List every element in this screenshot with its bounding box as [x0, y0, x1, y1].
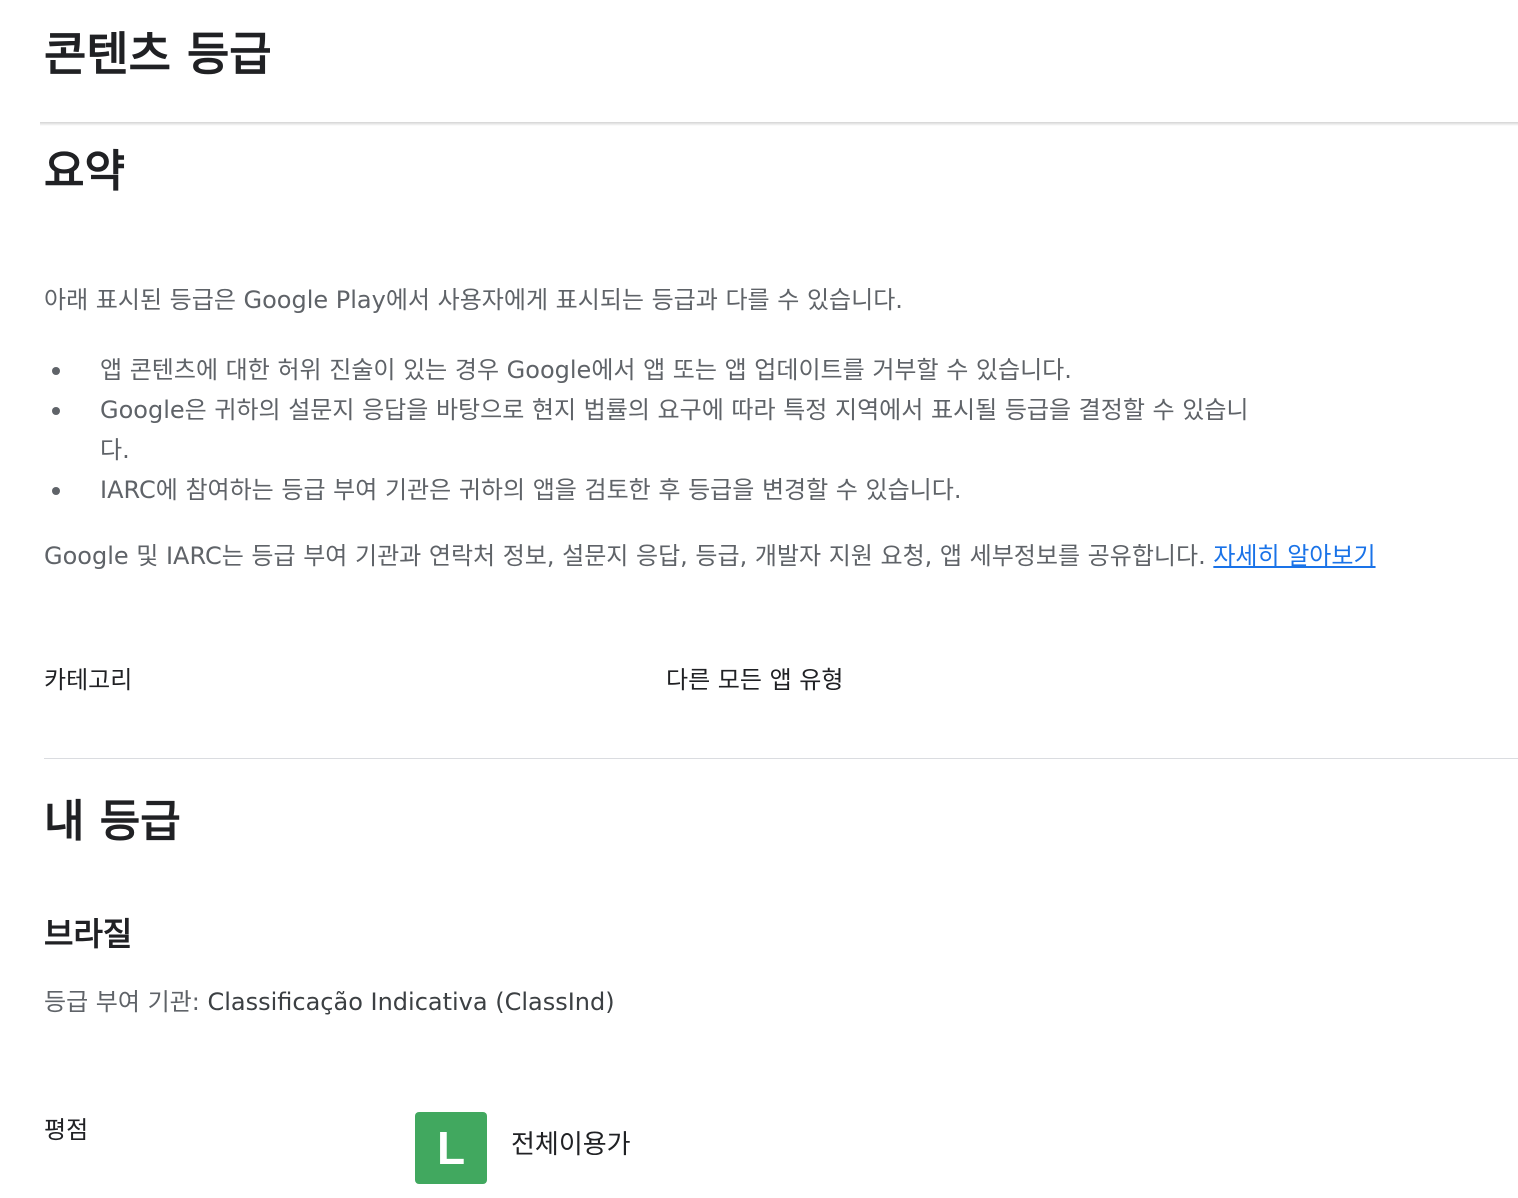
- summary-intro-text: 아래 표시된 등급은 Google Play에서 사용자에게 표시되는 등급과 …: [44, 286, 903, 314]
- my-ratings-title: 내 등급: [44, 796, 181, 847]
- bullet-dot-icon: [52, 407, 60, 415]
- data-sharing-notice: Google 및 IARC는 등급 부여 기관과 연락처 정보, 설문지 응답,…: [44, 538, 1376, 574]
- bullet-dot-icon: [52, 367, 60, 375]
- summary-bullet-item: 앱 콘텐츠에 대한 허위 진술이 있는 경우 Google에서 앱 또는 앱 업…: [44, 350, 1264, 390]
- rating-label: 평점: [44, 1116, 89, 1144]
- summary-bullet-text: 앱 콘텐츠에 대한 허위 진술이 있는 경우 Google에서 앱 또는 앱 업…: [100, 356, 1072, 384]
- rating-value: 전체이용가: [511, 1130, 631, 1160]
- summary-bullet-text: Google은 귀하의 설문지 응답을 바탕으로 현지 법률의 요구에 따라 특…: [100, 396, 1249, 464]
- rating-authority-prefix: 등급 부여 기관:: [44, 988, 200, 1016]
- summary-bullet-list: 앱 콘텐츠에 대한 허위 진술이 있는 경우 Google에서 앱 또는 앱 업…: [44, 350, 1264, 510]
- rating-badge-icon: L: [415, 1112, 487, 1184]
- summary-bullet-text: IARC에 참여하는 등급 부여 기관은 귀하의 앱을 검토한 후 등급을 변경…: [100, 476, 962, 504]
- page-title: 콘텐츠 등급: [44, 27, 272, 81]
- section-divider: [44, 758, 1518, 759]
- content-rating-page: 콘텐츠 등급 요약 아래 표시된 등급은 Google Play에서 사용자에게…: [0, 0, 1518, 1198]
- page-header: 콘텐츠 등급: [0, 0, 1518, 124]
- summary-bullet-item: Google은 귀하의 설문지 응답을 바탕으로 현지 법률의 요구에 따라 특…: [44, 390, 1264, 470]
- bullet-dot-icon: [52, 487, 60, 495]
- summary-title: 요약: [44, 146, 125, 197]
- learn-more-link[interactable]: 자세히 알아보기: [1213, 542, 1375, 570]
- category-label: 카테고리: [44, 666, 133, 694]
- rating-authority-name: Classificação Indicativa (ClassInd): [207, 988, 615, 1016]
- summary-bullet-item: IARC에 참여하는 등급 부여 기관은 귀하의 앱을 검토한 후 등급을 변경…: [44, 470, 1264, 510]
- rating-authority: 등급 부여 기관: Classificação Indicativa (Clas…: [44, 984, 615, 1020]
- header-shadow-divider: [40, 122, 1518, 126]
- data-sharing-text: Google 및 IARC는 등급 부여 기관과 연락처 정보, 설문지 응답,…: [44, 542, 1206, 570]
- region-title-brazil: 브라질: [44, 915, 133, 953]
- category-value: 다른 모든 앱 유형: [666, 666, 844, 694]
